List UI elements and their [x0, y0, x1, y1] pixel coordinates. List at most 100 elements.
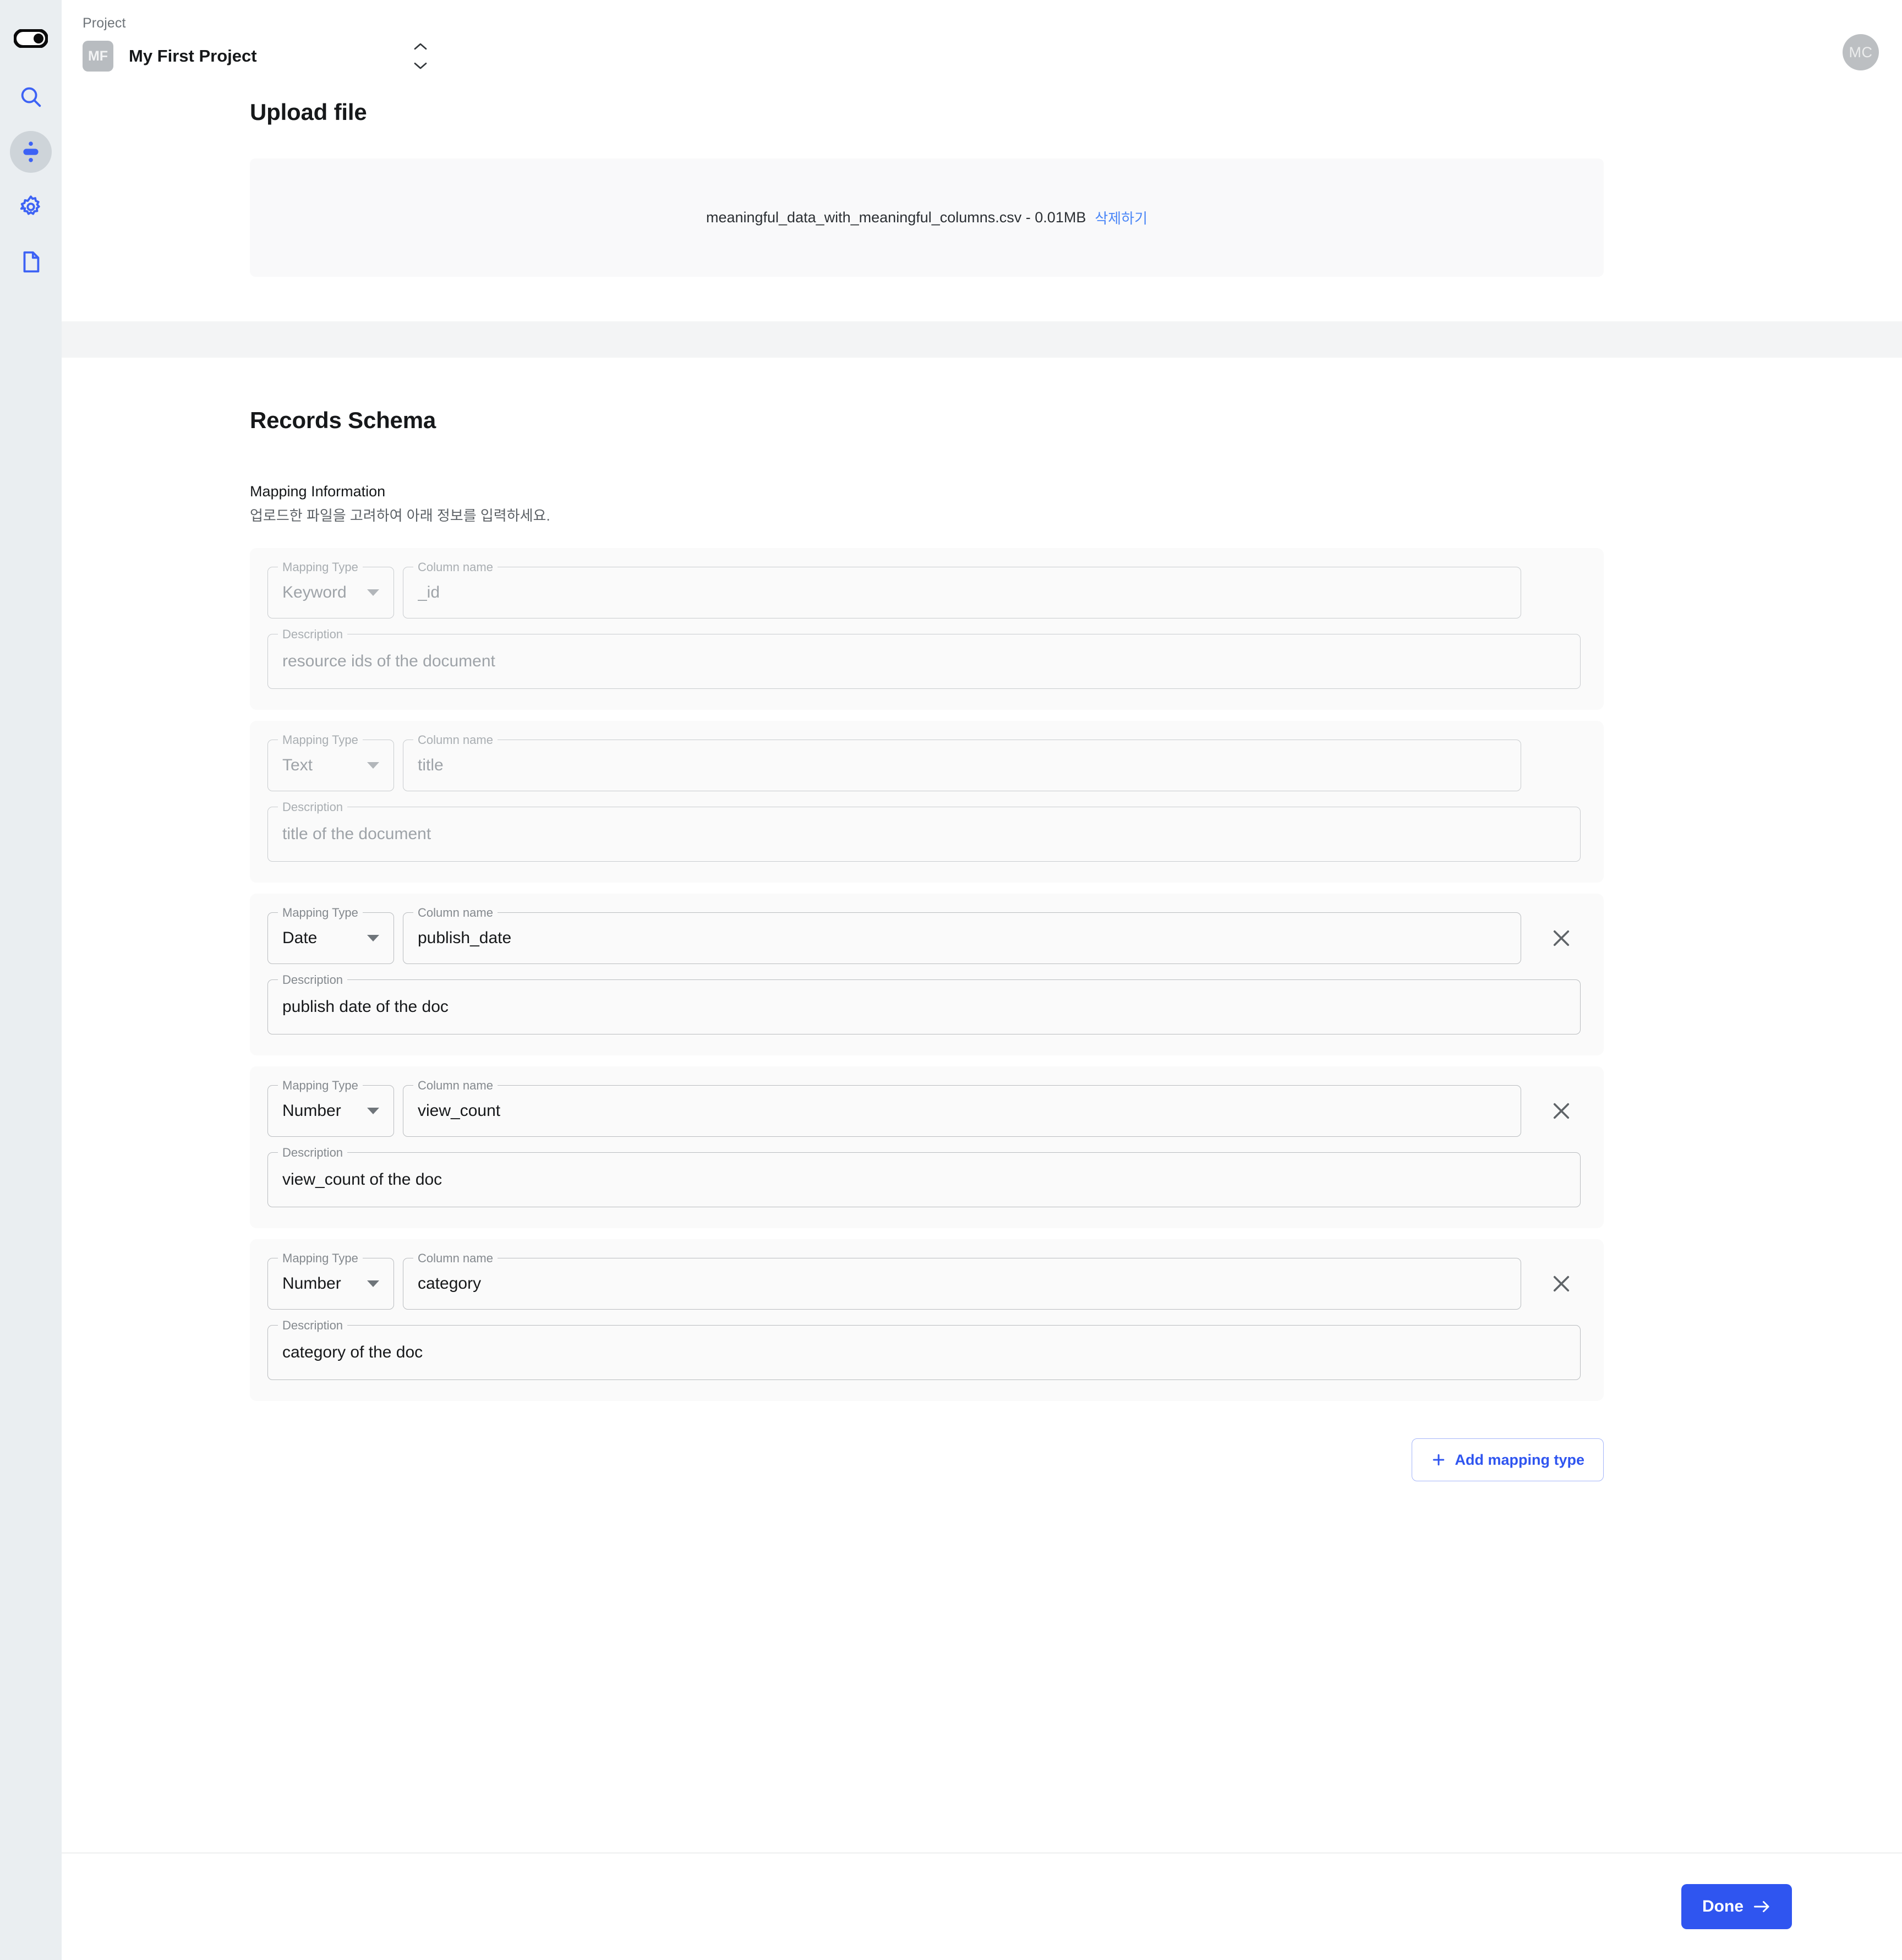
close-x-icon — [1553, 930, 1570, 946]
description-label: Description — [278, 627, 348, 642]
mapping-card-row: Mapping Type Text Column name title — [267, 733, 1581, 791]
description-value: title of the document — [282, 825, 431, 843]
column-name-input: Column name title — [403, 733, 1521, 791]
project-name: My First Project — [129, 46, 257, 65]
column-name-value: category — [418, 1274, 482, 1293]
column-name-input[interactable]: Column name view_count — [403, 1078, 1521, 1137]
column-name-label: Column name — [413, 906, 498, 920]
description-label: Description — [278, 1146, 348, 1160]
mapping-type-label: Mapping Type — [278, 1078, 363, 1093]
mapping-information-header: Mapping Information 업로드한 파일을 고려하여 아래 정보를… — [250, 483, 1604, 525]
sidebar-item-settings[interactable] — [10, 186, 52, 228]
description-value: publish date of the doc — [282, 998, 449, 1016]
description-value: category of the doc — [282, 1343, 423, 1361]
project-switch-button[interactable] — [411, 42, 430, 70]
mapping-type-label: Mapping Type — [278, 906, 363, 920]
project-label: Project — [83, 15, 126, 31]
chevron-down-icon — [367, 1280, 379, 1287]
mapping-type-label: Mapping Type — [278, 560, 363, 574]
mapping-information-title: Mapping Information — [250, 483, 386, 500]
column-name-value: _id — [418, 583, 440, 601]
add-mapping-type-button[interactable]: Add mapping type — [1411, 1438, 1604, 1481]
mapping-type-label: Mapping Type — [278, 1251, 363, 1266]
mapping-type-select: Mapping Type Text — [267, 733, 394, 791]
mapping-type-value: Keyword — [282, 583, 347, 601]
mapping-card: Mapping Type Date Column name publish_date D… — [250, 894, 1604, 1055]
mapping-information-description: 업로드한 파일을 고려하여 아래 정보를 입력하세요. — [250, 507, 550, 524]
main-column: Project MF My First Project MC Upload fi… — [62, 0, 1902, 1960]
description-label: Description — [278, 800, 348, 814]
mapping-type-value: Number — [282, 1102, 341, 1120]
description-label: Description — [278, 973, 348, 987]
section-divider-band — [62, 321, 1902, 358]
column-name-label: Column name — [413, 560, 498, 574]
delete-mapping-button[interactable] — [1542, 912, 1581, 964]
mapping-card: Mapping Type Number Column name category Des… — [250, 1239, 1604, 1401]
project-selector[interactable]: Project MF My First Project — [83, 15, 435, 73]
add-mapping-type-label: Add mapping type — [1455, 1451, 1585, 1468]
arrow-right-icon — [1753, 1901, 1769, 1913]
mapping-card-row: Mapping Type Number Column name view_count — [267, 1078, 1581, 1137]
gear-icon — [20, 195, 40, 215]
mapping-cards-list: Mapping Type Keyword Column name _id Descrip… — [250, 548, 1604, 1401]
mapping-type-label: Mapping Type — [278, 733, 363, 747]
description-input[interactable]: Description view_count of the doc — [267, 1146, 1581, 1207]
column-name-label: Column name — [413, 1251, 498, 1266]
description-value: resource ids of the document — [282, 652, 495, 670]
done-button[interactable]: Done — [1681, 1884, 1792, 1929]
sidebar-item-data[interactable] — [10, 131, 52, 173]
delete-mapping-button[interactable] — [1542, 1085, 1581, 1137]
mapping-card: Mapping Type Keyword Column name _id Descrip… — [250, 548, 1604, 710]
chevron-down-icon — [367, 935, 379, 941]
records-schema-section: Records Schema Mapping Information 업로드한 … — [62, 358, 1902, 1853]
chevron-up-icon — [414, 43, 427, 50]
sidebar — [0, 0, 62, 1960]
schema-title: Records Schema — [250, 407, 436, 433]
app-logo[interactable] — [13, 21, 48, 56]
mapping-card-row: Mapping Type Number Column name category — [267, 1251, 1581, 1310]
data-node-icon — [23, 141, 39, 162]
description-label: Description — [278, 1318, 348, 1333]
upload-section: Upload file meaningful_data_with_meaning… — [62, 99, 1902, 358]
document-icon — [23, 251, 40, 273]
close-x-icon — [1553, 1275, 1570, 1292]
user-avatar[interactable]: MC — [1843, 34, 1879, 70]
chevron-down-icon — [367, 1108, 379, 1114]
topbar: Project MF My First Project MC — [62, 0, 1902, 99]
sidebar-item-documents[interactable] — [10, 241, 52, 283]
column-name-value: publish_date — [418, 929, 512, 947]
sidebar-item-search[interactable] — [10, 76, 52, 118]
mapping-card-row: Mapping Type Keyword Column name _id — [267, 560, 1581, 618]
upload-title: Upload file — [250, 99, 367, 125]
uploaded-file-box: meaningful_data_with_meaningful_columns.… — [250, 158, 1604, 277]
column-name-label: Column name — [413, 1078, 498, 1093]
chevron-down-icon — [414, 62, 427, 69]
description-input[interactable]: Description category of the doc — [267, 1318, 1581, 1380]
mapping-type-select: Mapping Type Keyword — [267, 560, 394, 618]
chevron-down-icon — [367, 762, 379, 769]
description-value: view_count of the doc — [282, 1170, 442, 1189]
mapping-type-value: Text — [282, 756, 313, 774]
project-avatar: MF — [83, 41, 113, 72]
project-row[interactable]: MF My First Project — [83, 39, 435, 73]
add-mapping-row: Add mapping type — [250, 1438, 1604, 1481]
description-input[interactable]: Description publish date of the doc — [267, 973, 1581, 1034]
description-input: Description title of the document — [267, 800, 1581, 862]
column-name-value: view_count — [418, 1102, 501, 1120]
app-root: Project MF My First Project MC Upload fi… — [0, 0, 1902, 1960]
uploaded-file-name: meaningful_data_with_meaningful_columns.… — [706, 209, 1086, 226]
column-name-input[interactable]: Column name category — [403, 1251, 1521, 1310]
mapping-type-value: Date — [282, 929, 318, 947]
mapping-card-row: Mapping Type Date Column name publish_date — [267, 906, 1581, 964]
delete-file-link[interactable]: 삭제하기 — [1095, 207, 1147, 228]
column-name-input[interactable]: Column name publish_date — [403, 906, 1521, 964]
plus-icon — [1433, 1454, 1444, 1466]
column-name-label: Column name — [413, 733, 498, 747]
mapping-type-select[interactable]: Mapping Type Number — [267, 1078, 394, 1137]
mapping-type-select[interactable]: Mapping Type Number — [267, 1251, 394, 1310]
delete-mapping-button[interactable] — [1542, 1258, 1581, 1310]
description-input: Description resource ids of the document — [267, 627, 1581, 689]
mapping-type-select[interactable]: Mapping Type Date — [267, 906, 394, 964]
mapping-type-value: Number — [282, 1274, 341, 1293]
column-name-input: Column name _id — [403, 560, 1521, 618]
